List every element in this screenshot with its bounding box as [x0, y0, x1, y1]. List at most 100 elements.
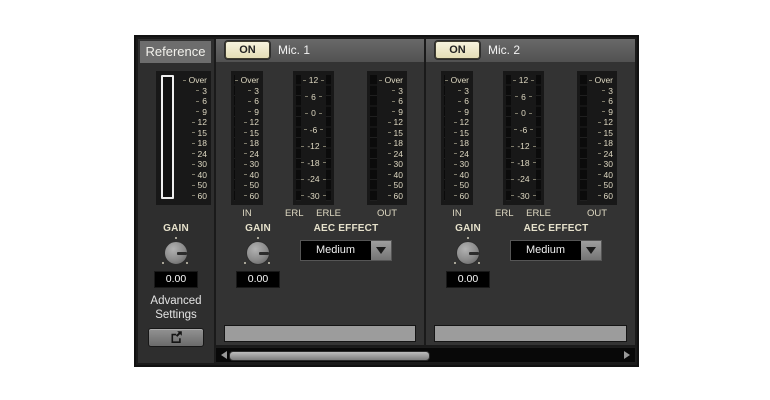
channel-footer-bar [434, 325, 627, 342]
meter-scale-label: 40 [587, 170, 617, 180]
meter-scale-label: 24 [235, 149, 263, 159]
gain-value[interactable]: 0.00 [154, 271, 198, 288]
out-meter: Over3691215182430405060 [367, 71, 407, 205]
out-meter: Over3691215182430405060 [577, 71, 617, 205]
meter-scale-label: 40 [235, 170, 263, 180]
meter-scale-label: Over [445, 75, 473, 85]
advanced-settings-button[interactable] [148, 328, 204, 347]
erl-meter-scale: 1260-6-12-18-24-30 [301, 75, 325, 201]
meter-scale-label: 40 [445, 170, 473, 180]
meter-scale-label: 9 [235, 107, 263, 117]
meter-scale-label: 9 [377, 107, 407, 117]
meter-scale-label: 24 [377, 149, 407, 159]
gain-knob[interactable] [456, 241, 480, 265]
meter-scale-label: -30 [511, 191, 535, 201]
erl-erle-caption: ERL ERLE [495, 208, 551, 219]
erle-caption: ERLE [526, 208, 551, 219]
scrollbar-thumb[interactable] [229, 351, 430, 361]
out-meter-bar [370, 75, 377, 201]
out-caption: OUT [367, 208, 407, 219]
meter-scale-label: 12 [235, 117, 263, 127]
aec-effect-value: Medium [511, 241, 580, 260]
reference-meter: Over3691215182430405060 [156, 71, 211, 205]
meter-scale-label: 6 [235, 96, 263, 106]
aec-effect-dropdown-button[interactable] [580, 241, 601, 260]
aec-effect-label: AEC EFFECT [524, 223, 589, 234]
meter-scale-label: 60 [377, 191, 407, 201]
gain-value[interactable]: 0.00 [236, 271, 280, 288]
aec-effect-select[interactable]: Medium [300, 240, 392, 261]
meter-scale-label: 15 [587, 128, 617, 138]
arrow-left-icon[interactable] [221, 351, 227, 359]
advanced-settings-label-line1: Advanced [138, 294, 214, 308]
channel-header: ON Mic. 1 [216, 39, 424, 62]
gain-knob[interactable] [164, 241, 188, 265]
erle-meter-bar [536, 75, 541, 201]
meter-scale-label: -6 [301, 125, 325, 135]
meter-scale-label: 3 [174, 86, 211, 96]
reference-gain: GAIN 0.00 [138, 223, 214, 288]
external-link-icon [170, 330, 183, 346]
meter-scale-label: 18 [174, 138, 211, 148]
meter-scale-label: 9 [587, 107, 617, 117]
horizontal-scrollbar[interactable] [215, 347, 636, 363]
chevron-down-icon [586, 247, 596, 254]
channel-header: ON Mic. 2 [426, 39, 635, 62]
erle-meter-bar [326, 75, 331, 201]
meter-scale-label: 6 [445, 96, 473, 106]
channel-name: Mic. 2 [488, 39, 520, 62]
advanced-settings-label-line2: Settings [138, 308, 214, 322]
in-meter: Over3691215182430405060 [231, 71, 263, 205]
aec-effect-select[interactable]: Medium [510, 240, 602, 261]
gain-label: GAIN [245, 223, 271, 234]
in-caption: IN [441, 208, 473, 219]
on-button[interactable]: ON [435, 41, 480, 59]
meter-scale-label: 12 [301, 75, 325, 85]
aec-effect-dropdown-button[interactable] [370, 241, 391, 260]
meter-scale-label: 50 [235, 180, 263, 190]
meter-scale-label: -18 [301, 158, 325, 168]
arrow-right-icon[interactable] [624, 351, 630, 359]
meter-scale-label: Over [174, 75, 211, 85]
gain-value[interactable]: 0.00 [446, 271, 490, 288]
meter-scale-label: 60 [235, 191, 263, 201]
in-caption: IN [231, 208, 263, 219]
meter-scale-label: 6 [301, 92, 325, 102]
channel-gain: GAIN 0.00 [432, 223, 504, 288]
channel-footer-bar [224, 325, 416, 342]
meter-scale-label: Over [377, 75, 407, 85]
advanced-settings: Advanced Settings [138, 294, 214, 348]
gain-label: GAIN [163, 223, 189, 234]
meter-scale-label: 30 [174, 159, 211, 169]
erl-erle-caption: ERL ERLE [285, 208, 341, 219]
in-meter-scale: Over3691215182430405060 [445, 75, 473, 201]
meter-scale-label: 12 [174, 117, 211, 127]
meter-scale-label: -12 [511, 141, 535, 151]
meter-scale-label: 0 [511, 108, 535, 118]
out-caption: OUT [577, 208, 617, 219]
gain-knob[interactable] [246, 241, 270, 265]
out-meter-scale: Over3691215182430405060 [377, 75, 407, 201]
meter-scale-label: 18 [445, 138, 473, 148]
channel-name: Mic. 1 [278, 39, 310, 62]
meter-scale-label: 12 [377, 117, 407, 127]
meter-scale-label: -24 [301, 174, 325, 184]
aec-effect-label: AEC EFFECT [314, 223, 379, 234]
on-button[interactable]: ON [225, 41, 270, 59]
channel-mic-2: ON Mic. 2 Over3691215182430405060 1260-6… [426, 39, 635, 345]
meter-scale-label: 15 [174, 128, 211, 138]
reference-meter-scale: Over3691215182430405060 [174, 75, 211, 201]
gain-label: GAIN [455, 223, 481, 234]
meter-scale-label: -24 [511, 174, 535, 184]
meter-scale-label: 30 [235, 159, 263, 169]
out-meter-bar [580, 75, 587, 201]
meter-scale-label: 50 [174, 180, 211, 190]
meter-scale-label: 9 [445, 107, 473, 117]
meter-scale-label: 24 [174, 149, 211, 159]
meter-scale-label: 24 [587, 149, 617, 159]
aec-effect-value: Medium [301, 241, 370, 260]
meter-scale-label: 60 [445, 191, 473, 201]
meter-scale-label: 3 [445, 86, 473, 96]
in-meter: Over3691215182430405060 [441, 71, 473, 205]
meter-scale-label: 18 [587, 138, 617, 148]
